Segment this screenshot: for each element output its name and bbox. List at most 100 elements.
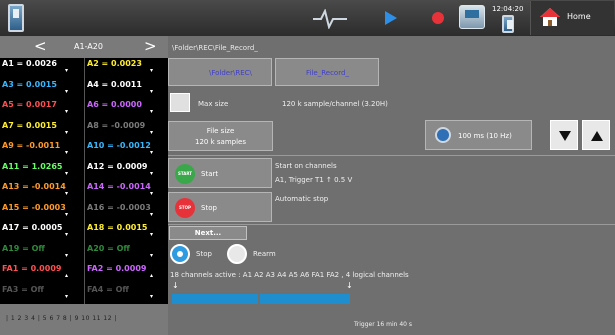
channel-cell[interactable]: A8 = -0.0009 ▾ (86, 119, 168, 138)
channel-indicator-icon: ▾ (150, 169, 154, 177)
channel-cell[interactable]: A5 = 0.0017 ▾ (1, 99, 83, 117)
file-name-button-label: File_Record_ (306, 69, 349, 77)
channel-cell[interactable]: FA4 = Off ▾ (86, 283, 168, 302)
channel-cell[interactable]: A11 = 1.0265 ▾ (1, 160, 83, 179)
channel-indicator-icon: ▾ (65, 128, 69, 136)
channel-indicator-icon: ▾ (65, 251, 69, 259)
channel-cell[interactable]: FA2 = 0.0009 ▴ (86, 263, 168, 281)
stop-button[interactable]: STOP Stop (168, 192, 272, 222)
channel-indicator-icon: ▾ (150, 128, 154, 136)
channel-cell[interactable]: A6 = 0.0000 ▾ (86, 99, 168, 117)
timeline-segment (260, 294, 350, 304)
channel-cell[interactable]: A12 = 0.0009 ▾ (86, 160, 168, 179)
sample-rate-box[interactable]: 100 ms (10 Hz) (425, 120, 532, 150)
channel-value: A4 = 0.0011 (87, 79, 142, 89)
channel-value: A19 = Off (2, 243, 45, 253)
channel-value: FA2 = 0.0009 (87, 264, 147, 273)
waveform-icon[interactable] (313, 9, 347, 29)
channel-value: A1 = 0.0026 (2, 59, 57, 68)
grid-divider (84, 58, 85, 313)
next-channels-button[interactable]: > (144, 39, 157, 54)
channel-indicator-icon: ▾ (150, 67, 154, 74)
channel-cell[interactable]: A7 = 0.0015 ▾ (1, 119, 83, 138)
channel-value: FA1 = 0.0009 (2, 264, 62, 273)
rate-down-button[interactable] (550, 120, 578, 150)
channel-indicator-icon: ▾ (150, 251, 154, 259)
divider (168, 224, 615, 225)
channel-value: A14 = -0.0014 (87, 182, 151, 191)
channel-cell[interactable]: A18 = 0.0015 ▾ (86, 222, 168, 240)
channel-cell[interactable]: A1 = 0.0026 ▾ (1, 58, 83, 76)
folder-button[interactable]: \Folder\REC\ (168, 58, 272, 86)
usb-drive-icon[interactable] (8, 4, 24, 32)
channel-value: A17 = 0.0005 (2, 223, 63, 232)
channel-indicator-icon: ▾ (150, 149, 154, 156)
trigger-info: Trigger 16 min 40 s (354, 321, 413, 328)
record-icon[interactable] (432, 12, 444, 24)
channel-indicator-icon: ▾ (65, 149, 69, 156)
sample-rate-value: 100 ms (10 Hz) (458, 132, 512, 140)
channel-cell[interactable]: A16 = -0.0003 ▾ (86, 201, 168, 220)
speed-icon (435, 127, 451, 143)
file-size-title: File size (206, 127, 235, 135)
channel-indicator-icon: ▾ (65, 169, 69, 177)
channel-indicator-icon: ▾ (65, 67, 69, 74)
channel-cell[interactable]: A3 = 0.0015 ▾ (1, 78, 83, 97)
channel-value: A10 = -0.0012 (87, 141, 151, 150)
channel-value: A16 = -0.0003 (87, 202, 151, 212)
channel-value: A15 = -0.0003 (2, 202, 66, 212)
page-bar: | 1 2 3 4 | 5 6 7 8 | 9 10 11 12 | (0, 304, 168, 335)
channel-cell[interactable]: A10 = -0.0012 ▾ (86, 140, 168, 158)
channel-cell[interactable]: A2 = 0.0023 ▾ (86, 58, 168, 76)
channel-indicator-icon: ▾ (65, 210, 69, 218)
stop-label: Stop (201, 204, 217, 212)
file-name-button[interactable]: File_Record_ (275, 58, 379, 86)
channel-cell[interactable]: A20 = Off ▾ (86, 242, 168, 261)
channel-indicator-icon: ▾ (150, 210, 154, 218)
channel-indicator-icon: ▴ (65, 272, 69, 279)
channel-cell[interactable]: A19 = Off ▾ (1, 242, 83, 261)
channel-cell[interactable]: FA1 = 0.0009 ▴ (1, 263, 83, 281)
home-button[interactable]: Home (530, 1, 614, 35)
samples-per-channel: 120 k sample/channel (3.20H) (282, 100, 388, 108)
channel-value: A11 = 1.0265 (2, 161, 63, 171)
rearm-radio[interactable] (227, 244, 247, 264)
channel-value: A8 = -0.0009 (87, 120, 146, 130)
channel-cell[interactable]: A13 = -0.0014 ▾ (1, 181, 83, 199)
start-info-line1: Start on channels (275, 162, 337, 170)
channel-cell[interactable]: A14 = -0.0014 ▾ (86, 181, 168, 199)
prev-channels-button[interactable]: < (34, 39, 47, 54)
folder-button-label: \Folder\REC\ (209, 69, 252, 77)
rearm-radio-label: Rearm (253, 250, 276, 258)
channel-indicator-icon: ▾ (65, 108, 69, 115)
channel-value: A20 = Off (87, 243, 130, 253)
channel-value: A9 = -0.0011 (2, 141, 61, 150)
rate-up-button[interactable] (582, 120, 610, 150)
channel-cell[interactable]: A15 = -0.0003 ▾ (1, 201, 83, 220)
home-icon (540, 8, 560, 26)
max-size-checkbox[interactable] (170, 93, 190, 112)
start-label: Start (201, 170, 219, 178)
channel-cell[interactable]: A4 = 0.0011 ▾ (86, 78, 168, 97)
next-button-label: Next... (194, 229, 222, 237)
channel-value: A6 = 0.0000 (87, 100, 142, 109)
channel-indicator-icon: ▾ (65, 87, 69, 95)
page-numbers[interactable]: | 1 2 3 4 | 5 6 7 8 | 9 10 11 12 | (6, 315, 117, 322)
record-path: \Folder\REC\File_Record_ (172, 44, 258, 52)
channel-indicator-icon: ▾ (150, 231, 154, 238)
start-button[interactable]: START Start (168, 158, 272, 188)
channel-indicator-icon: ▾ (150, 87, 154, 95)
channel-value: FA4 = Off (87, 284, 129, 294)
channel-cell[interactable]: FA3 = Off ▾ (1, 283, 83, 302)
channel-cell[interactable]: A17 = 0.0005 ▾ (1, 222, 83, 240)
next-button[interactable]: Next... (169, 226, 247, 240)
channels-active: 18 channels active : A1 A2 A3 A4 A5 A6 F… (170, 271, 409, 279)
channel-indicator-icon: ▾ (150, 190, 154, 197)
home-label: Home (567, 12, 591, 21)
file-size-box[interactable]: File size 120 k samples (168, 121, 273, 151)
timeline-segment (172, 294, 258, 304)
play-icon[interactable] (385, 11, 397, 25)
channel-cell[interactable]: A9 = -0.0011 ▾ (1, 140, 83, 158)
stop-radio[interactable] (170, 244, 190, 264)
storage-icon[interactable] (459, 5, 485, 29)
